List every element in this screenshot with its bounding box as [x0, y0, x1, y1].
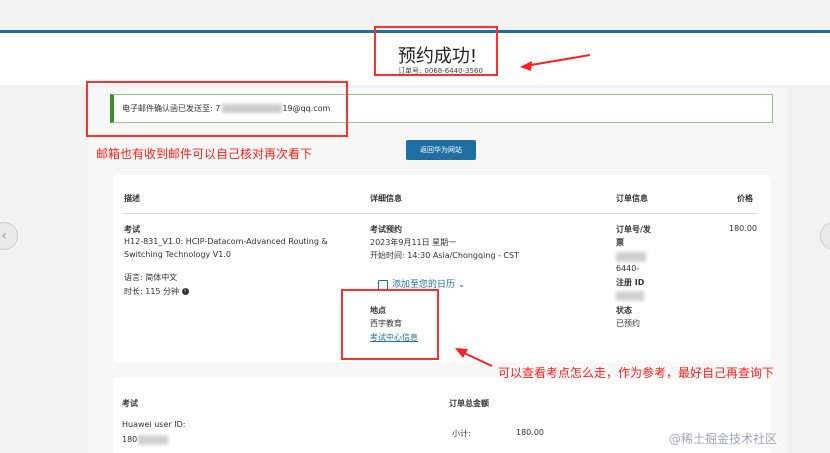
arrow-line-title	[524, 54, 591, 67]
watermark: @稀土掘金技术社区	[669, 432, 778, 446]
arrow-head-title	[520, 61, 532, 71]
arrow-line-location	[461, 351, 493, 367]
annotation-arrows	[455, 54, 591, 367]
